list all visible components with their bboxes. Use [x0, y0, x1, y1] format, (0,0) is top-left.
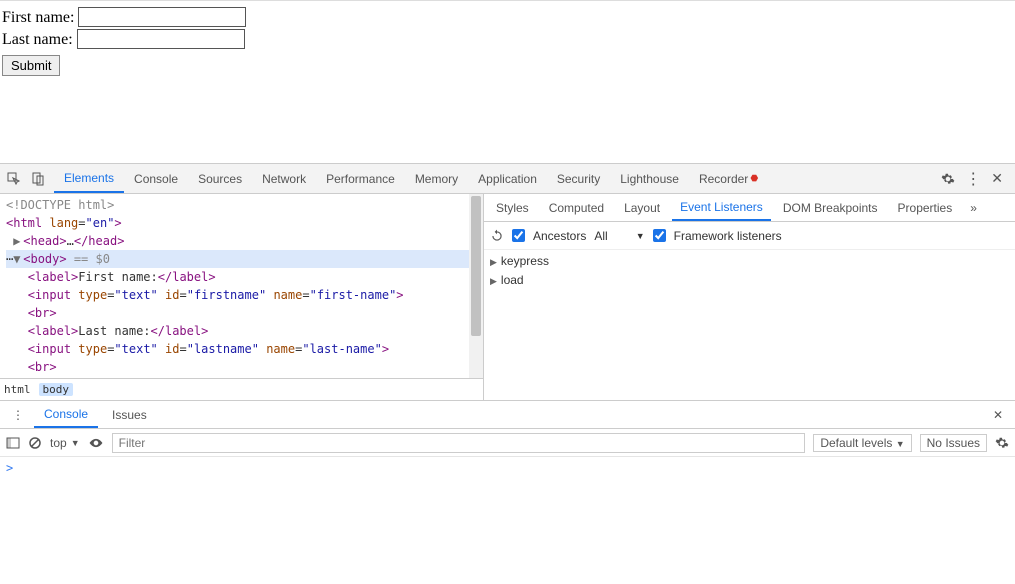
first-name-label: First name: [2, 9, 74, 27]
chevron-down-icon: ▼ [896, 439, 905, 449]
tab-recorder[interactable]: Recorder ⬣ [689, 164, 768, 193]
framework-label: Framework listeners [674, 229, 782, 243]
first-name-input[interactable] [78, 7, 246, 27]
side-tab-dom-breakpoints[interactable]: DOM Breakpoints [775, 194, 886, 221]
dom-label1-text: First name: [78, 270, 157, 284]
refresh-icon[interactable] [490, 229, 504, 243]
kebab-icon[interactable]: ⋮ [965, 169, 981, 189]
devtools-panel: Elements Console Sources Network Perform… [0, 163, 1015, 479]
page-body: First name: Last name: Submit [0, 1, 1015, 163]
console-gear-icon[interactable] [995, 436, 1009, 450]
context-select[interactable]: top ▼ [50, 436, 80, 450]
tab-performance[interactable]: Performance [316, 164, 405, 193]
console-filter-input[interactable] [112, 433, 806, 453]
last-name-label: Last name: [2, 31, 73, 49]
tab-memory[interactable]: Memory [405, 164, 468, 193]
tab-application[interactable]: Application [468, 164, 547, 193]
side-tab-computed[interactable]: Computed [541, 194, 612, 221]
side-tab-properties[interactable]: Properties [890, 194, 961, 221]
chevron-down-icon: ▼ [71, 438, 80, 448]
eye-icon[interactable] [88, 436, 104, 450]
no-issues-button[interactable]: No Issues [920, 434, 987, 452]
listener-list: keypress load [484, 250, 1015, 292]
side-tabs-more-icon[interactable]: » [964, 201, 983, 215]
tab-console[interactable]: Console [124, 164, 188, 193]
side-tab-styles[interactable]: Styles [488, 194, 537, 221]
ancestors-checkbox[interactable] [512, 229, 525, 242]
listener-load[interactable]: load [490, 271, 1009, 290]
doctype-line: <!DOCTYPE html> [6, 198, 114, 212]
chevron-down-icon: ▼ [636, 231, 645, 241]
devtools-tabbar: Elements Console Sources Network Perform… [0, 164, 1015, 194]
ancestors-label: Ancestors [533, 229, 586, 243]
tab-sources[interactable]: Sources [188, 164, 252, 193]
drawer-tab-console[interactable]: Console [34, 401, 98, 428]
console-sidebar-icon[interactable] [6, 436, 20, 450]
side-tab-layout[interactable]: Layout [616, 194, 668, 221]
console-drawer: ⋮ Console Issues ✕ top ▼ Default levels … [0, 400, 1015, 479]
listener-toolbar: Ancestors All▼ Framework listeners [484, 222, 1015, 250]
console-prompt[interactable]: > [0, 457, 1015, 479]
breadcrumb-html[interactable]: html [4, 383, 31, 396]
listener-keypress[interactable]: keypress [490, 252, 1009, 271]
last-name-input[interactable] [77, 29, 245, 49]
dom-label2-text: Last name: [78, 324, 150, 338]
submit-button[interactable]: Submit [2, 55, 60, 76]
side-pane: Styles Computed Layout Event Listeners D… [484, 194, 1015, 400]
drawer-tab-issues[interactable]: Issues [102, 401, 157, 428]
dom-breadcrumb[interactable]: html body [0, 378, 483, 400]
tab-network[interactable]: Network [252, 164, 316, 193]
close-icon[interactable]: ✕ [991, 170, 1003, 187]
selected-body-node[interactable]: ⋯▼<body> == $0 [6, 250, 483, 268]
clear-console-icon[interactable] [28, 436, 42, 450]
breadcrumb-body[interactable]: body [39, 383, 74, 396]
tab-lighthouse[interactable]: Lighthouse [610, 164, 689, 193]
inspect-icon[interactable] [6, 171, 22, 187]
tab-security[interactable]: Security [547, 164, 610, 193]
tab-elements[interactable]: Elements [54, 164, 124, 193]
dom-scrollbar[interactable] [469, 194, 483, 378]
tab-recorder-label: Recorder [699, 172, 748, 186]
log-levels-select[interactable]: Default levels ▼ [813, 434, 911, 452]
dom-tree[interactable]: <!DOCTYPE html> <html lang="en"> ▶<head>… [0, 194, 483, 378]
drawer-close-icon[interactable]: ✕ [987, 408, 1009, 422]
dom-pane: <!DOCTYPE html> <html lang="en"> ▶<head>… [0, 194, 484, 400]
framework-checkbox[interactable] [653, 229, 666, 242]
scope-select[interactable]: All▼ [594, 229, 644, 243]
preview-indicator-icon: ⬣ [750, 173, 758, 184]
console-menu-icon[interactable]: ⋮ [6, 408, 30, 422]
side-tabs: Styles Computed Layout Event Listeners D… [484, 194, 1015, 222]
device-icon[interactable] [30, 171, 46, 187]
gear-icon[interactable] [941, 172, 955, 186]
side-tab-event-listeners[interactable]: Event Listeners [672, 194, 771, 221]
